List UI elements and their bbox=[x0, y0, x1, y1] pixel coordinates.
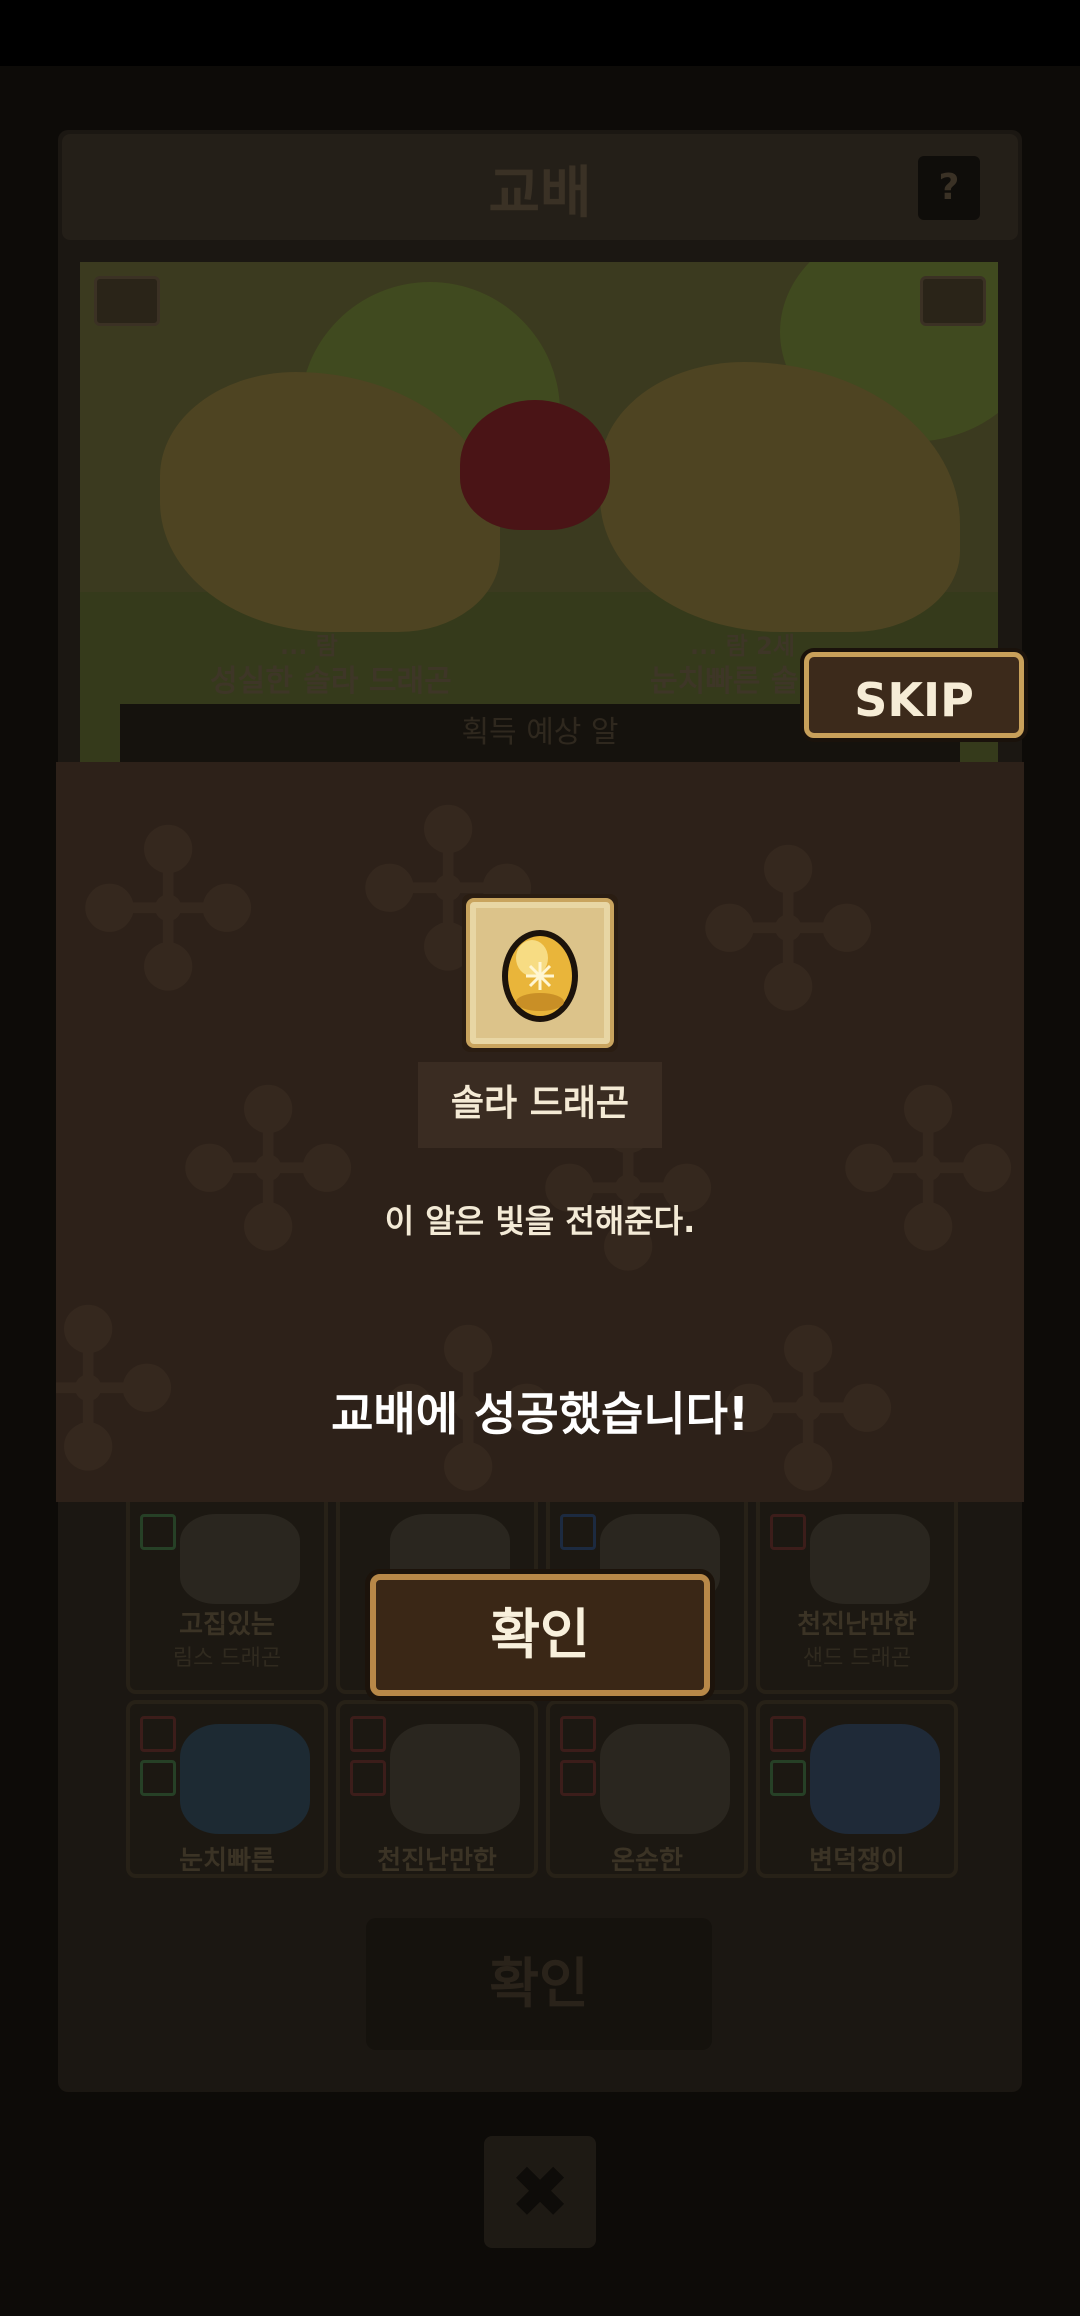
dragon-card[interactable]: 고집있는 림스 드래곤 bbox=[126, 1490, 328, 1694]
dragon-card[interactable]: 변덕쟁이 bbox=[756, 1700, 958, 1878]
help-button[interactable]: ? bbox=[918, 156, 980, 220]
dragon-portrait bbox=[810, 1514, 930, 1604]
element-icon bbox=[560, 1760, 596, 1796]
dragon-card[interactable]: 천진난만한 샌드 드래곤 bbox=[756, 1490, 958, 1694]
element-icon bbox=[140, 1760, 176, 1796]
parent-right-name: 눈치빠른 솔라 bbox=[650, 664, 827, 699]
element-icon bbox=[140, 1716, 176, 1752]
confirm-button[interactable]: 확인 bbox=[370, 1574, 710, 1696]
element-icon bbox=[140, 1514, 176, 1550]
dragon-card[interactable]: 눈치빠른 bbox=[126, 1700, 328, 1878]
element-icon bbox=[560, 1514, 596, 1550]
dragon-portrait bbox=[810, 1724, 940, 1834]
element-icon bbox=[770, 1716, 806, 1752]
card-trait: 눈치빠른 bbox=[179, 1846, 275, 1876]
left-info-icon[interactable] bbox=[94, 276, 160, 326]
skip-button[interactable]: SKIP bbox=[804, 652, 1024, 738]
dragon-card[interactable]: 온순한 bbox=[546, 1700, 748, 1878]
right-info-icon[interactable] bbox=[920, 276, 986, 326]
card-species: 림스 드래곤 bbox=[172, 1646, 282, 1671]
card-trait: 천진난만한 bbox=[797, 1610, 917, 1640]
card-trait: 고집있는 bbox=[179, 1610, 275, 1640]
dragon-portrait bbox=[180, 1724, 310, 1834]
element-icon bbox=[350, 1716, 386, 1752]
egg-name: 솔라 드래곤 bbox=[450, 1083, 630, 1124]
element-icon bbox=[770, 1514, 806, 1550]
parent-left-name: 성실한 솔라 드래곤 bbox=[210, 664, 452, 699]
golden-egg-icon bbox=[462, 894, 618, 1052]
element-icon bbox=[350, 1760, 386, 1796]
dragon-portrait bbox=[390, 1724, 520, 1834]
card-trait: 온순한 bbox=[611, 1846, 683, 1876]
close-button[interactable]: ✖ bbox=[484, 2136, 596, 2248]
egg-description: 이 알은 빛을 전해준다. bbox=[384, 1202, 696, 1240]
card-trait: 천진난만한 bbox=[377, 1846, 497, 1876]
card-species: 샌드 드래곤 bbox=[802, 1646, 912, 1671]
page-title: 교배 bbox=[488, 161, 592, 226]
dragon-portrait bbox=[180, 1514, 300, 1604]
bottom-confirm-button[interactable]: 확인 bbox=[366, 1918, 712, 2050]
pattern-decoration: ✣ bbox=[76, 784, 261, 1040]
pattern-decoration: ✣ bbox=[696, 804, 881, 1060]
dragon-portrait bbox=[600, 1724, 730, 1834]
element-icon bbox=[560, 1716, 596, 1752]
success-message: 교배에 성공했습니다! bbox=[331, 1387, 749, 1441]
heart-icon bbox=[460, 400, 610, 530]
card-trait: 변덕쟁이 bbox=[809, 1846, 905, 1876]
dragon-card[interactable]: 천진난만한 bbox=[336, 1700, 538, 1878]
element-icon bbox=[770, 1760, 806, 1796]
pattern-decoration: ✣ bbox=[836, 1044, 1021, 1300]
pattern-decoration: ✣ bbox=[176, 1044, 361, 1300]
status-bar bbox=[0, 0, 1080, 66]
